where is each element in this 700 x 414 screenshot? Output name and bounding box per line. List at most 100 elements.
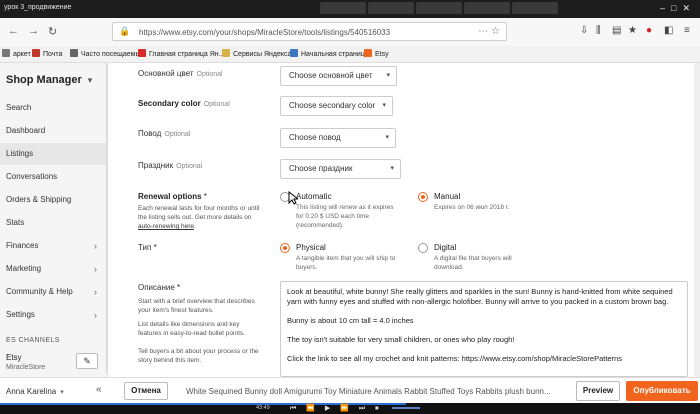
bookmark-item[interactable]: Почта (32, 49, 62, 58)
tab[interactable] (416, 2, 462, 14)
lock-icon: 🔒 (119, 26, 131, 36)
home-icon (290, 49, 298, 57)
sidebar-item-settings[interactable]: Settings › (0, 304, 107, 326)
downloads-icon[interactable]: ⇩ (580, 25, 588, 36)
occasion-label: Повод Optional (138, 129, 191, 138)
sales-channel-etsy[interactable]: Etsy MiracleStore (6, 353, 45, 371)
extension-icon[interactable]: ◧ (664, 25, 673, 36)
renewal-manual-title: Manual (434, 192, 461, 201)
renewal-manual-radio[interactable] (418, 192, 428, 202)
tab[interactable] (464, 2, 510, 14)
preview-button[interactable]: Preview (576, 381, 620, 401)
chevron-right-icon: › (94, 287, 97, 297)
sidebar-item-conversations[interactable]: Conversations (0, 166, 107, 188)
window-controls[interactable]: ‒□✕ (660, 3, 696, 14)
renewal-help: Each renewal lasts for four months or un… (138, 205, 260, 230)
renewal-automatic-desc: This listing will renew as it expires fo… (296, 204, 394, 229)
tab[interactable] (368, 2, 414, 14)
sidebar-item-orders-shipping[interactable]: Orders & Shipping (0, 189, 107, 211)
pinterest-icon[interactable]: ● (646, 25, 652, 36)
player-title-bar: урок 3_продвижение ‒□✕ (0, 0, 700, 18)
folder-icon (222, 49, 230, 57)
sidebar-icon[interactable]: ▤ (612, 25, 621, 36)
primary-color-label: Основной цвет Optional (138, 69, 223, 78)
description-label: Описание * (138, 283, 181, 292)
chevron-down-icon: ▾ (386, 72, 390, 79)
secondary-color-select[interactable]: Choose secondary color ▾ (280, 96, 393, 116)
page-actions-icon[interactable]: ⋯ ☆ (478, 26, 500, 37)
sidebar-item-label: Community & Help (6, 287, 73, 296)
bookmark-icon (2, 49, 10, 57)
sidebar-item-label: Marketing (6, 264, 42, 273)
occasion-select[interactable]: Choose повод ▾ (280, 128, 396, 148)
player-title: урок 3_продвижение (4, 4, 72, 11)
sidebar-item-label: Listings (6, 149, 34, 158)
sidebar-item-listings[interactable]: Listings (0, 143, 107, 165)
type-physical-title: Physical (296, 243, 326, 252)
browser-toolbar: ← → ↻ 🔒 https://www.etsy.com/your/shops/… (0, 18, 700, 46)
bookmark-item[interactable]: Сервисы Яндекса (222, 49, 291, 58)
forward-icon[interactable]: → (28, 25, 39, 37)
edit-pencil-button[interactable]: ✎ (76, 353, 98, 369)
description-textarea[interactable]: Look at beautiful, white bunny! She real… (280, 281, 688, 377)
user-menu[interactable]: Anna Karelina ▾ (6, 387, 64, 396)
shop-manager-title[interactable]: Shop Manager ▾ (6, 74, 92, 86)
listing-title: White Sequined Bunny doll Amigurumi Toy … (186, 387, 551, 396)
collapse-sidebar-icon[interactable]: « (96, 384, 102, 395)
chevron-right-icon: › (94, 241, 97, 251)
tab[interactable] (512, 2, 558, 14)
cancel-button[interactable]: Отмена (124, 382, 168, 400)
sidebar-item-label: Finances (6, 241, 39, 250)
renewal-automatic-title: Automatic (296, 192, 332, 201)
shop-manager-sidebar: Shop Manager ▾ Search Dashboard Listings Con… (0, 63, 108, 377)
publish-button[interactable]: Опубликовать (626, 381, 698, 401)
primary-color-select[interactable]: Choose основной цвет ▾ (280, 66, 397, 86)
chevron-down-icon: ▾ (385, 134, 389, 141)
holiday-select[interactable]: Choose праздник ▾ (280, 159, 401, 179)
type-digital-radio[interactable] (418, 243, 428, 253)
bookmark-item[interactable]: Главная страница Ян... (138, 49, 224, 58)
volume-slider[interactable] (392, 407, 420, 409)
chevron-down-icon: ▾ (60, 389, 64, 396)
bookmarks-bar: аркет Почта Часто посещаемые Главная стр… (0, 46, 700, 63)
back-icon[interactable]: ← (8, 25, 19, 37)
reload-icon[interactable]: ↻ (48, 25, 57, 38)
bookmark-item[interactable]: Часто посещаемые (70, 49, 144, 58)
page-scrollbar[interactable] (694, 63, 700, 377)
secondary-color-label: Secondary color Optional (138, 99, 230, 108)
chevron-right-icon: › (94, 310, 97, 320)
description-help-3: Tell buyers a bit about your process or … (138, 348, 259, 364)
etsy-icon (364, 49, 372, 57)
address-bar[interactable]: 🔒 https://www.etsy.com/your/shops/Miracl… (112, 22, 507, 41)
type-label: Тип * (138, 243, 157, 252)
yandex-icon (138, 49, 146, 57)
sidebar-item-stats[interactable]: Stats (0, 212, 107, 234)
sidebar-item-finances[interactable]: Finances › (0, 235, 107, 257)
library-icon[interactable]: ⫼ (596, 25, 601, 36)
menu-icon[interactable]: ≡ (684, 25, 690, 36)
description-help-1: Start with a brief overview that describ… (138, 298, 255, 314)
gear-icon (70, 49, 78, 57)
bookmark-item[interactable]: Etsy (364, 49, 389, 58)
sidebar-item-label: Search (6, 103, 32, 112)
sidebar-item-search[interactable]: Search (0, 97, 107, 119)
sidebar-item-label: Dashboard (6, 126, 46, 135)
description-paragraph: The toy isn't suitable for very small ch… (287, 335, 515, 344)
bookmark-item[interactable]: аркет (2, 49, 31, 58)
auto-renewing-link[interactable]: auto-renewing here (138, 223, 194, 230)
tab[interactable] (320, 2, 366, 14)
sidebar-scrollbar[interactable] (106, 63, 108, 373)
chevron-down-icon: ▾ (87, 75, 93, 85)
listing-action-bar: Anna Karelina ▾ « Отмена White Sequined B… (0, 377, 700, 403)
sidebar-item-dashboard[interactable]: Dashboard (0, 120, 107, 142)
sidebar-item-community-help[interactable]: Community & Help › (0, 281, 107, 303)
bookmark-item[interactable]: Начальная страница (290, 49, 369, 58)
chevron-down-icon: ▾ (382, 102, 386, 109)
playback-buttons[interactable]: ⏮ ⏪ ▶ ⏩ ⏭ ⏹ (290, 404, 383, 413)
playback-time: 43:49 (256, 405, 270, 411)
sidebar-item-marketing[interactable]: Marketing › (0, 258, 107, 280)
bookmark-star-icon[interactable]: ★ (628, 25, 637, 36)
description-help-2: List details like dimensions and key fea… (138, 321, 245, 337)
description-paragraph: Click the link to see all my crochet and… (287, 354, 622, 363)
type-physical-radio[interactable] (280, 243, 290, 253)
